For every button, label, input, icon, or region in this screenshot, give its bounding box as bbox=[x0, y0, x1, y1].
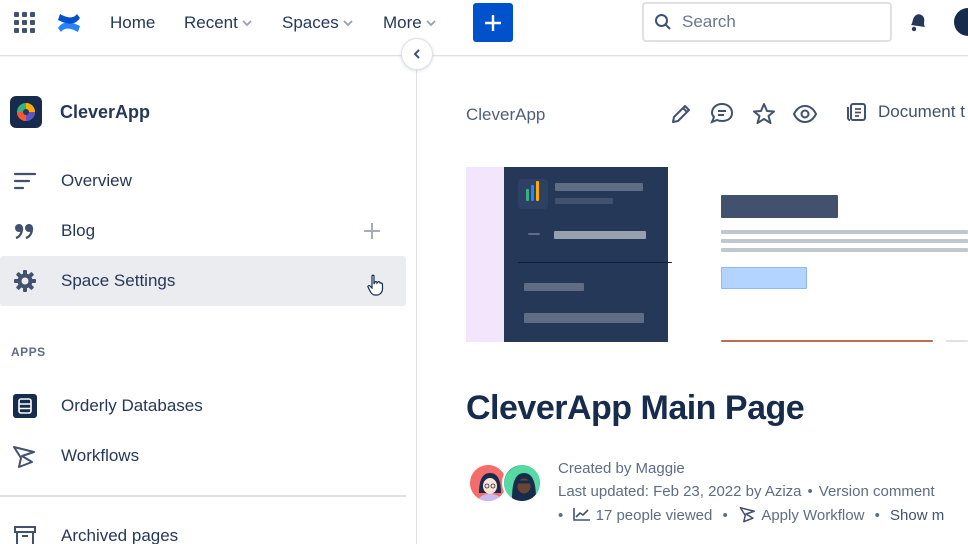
overview-icon bbox=[12, 168, 38, 194]
search-box[interactable] bbox=[642, 2, 892, 42]
page-insights-line: • 17 people viewed • Apply Workflow • Sh… bbox=[558, 505, 944, 524]
blog-quote-icon bbox=[12, 218, 38, 244]
sidebar-item-label: Space Settings bbox=[61, 271, 176, 290]
nav-spaces-label: Spaces bbox=[282, 13, 339, 32]
add-blog-plus-icon[interactable] bbox=[362, 221, 382, 241]
space-name: CleverApp bbox=[60, 101, 151, 122]
page-title: CleverApp Main Page bbox=[466, 389, 805, 427]
database-icon bbox=[12, 393, 38, 419]
analytics-chart-icon bbox=[573, 508, 591, 521]
sidebar-item-blog[interactable]: Blog bbox=[0, 206, 406, 256]
search-icon bbox=[655, 14, 671, 30]
version-comment-link[interactable]: Version comment bbox=[819, 483, 935, 500]
sidebar-item-space-settings[interactable]: Space Settings bbox=[0, 256, 406, 306]
workflow-icon bbox=[739, 507, 755, 523]
search-input[interactable] bbox=[682, 12, 872, 32]
separator-dot: • bbox=[874, 507, 880, 524]
nav-more-label: More bbox=[383, 13, 422, 32]
sidebar-item-overview[interactable]: Overview bbox=[0, 156, 406, 206]
nav-home[interactable]: Home bbox=[110, 12, 155, 34]
sidebar-item-label: Orderly Databases bbox=[61, 396, 203, 415]
sidebar-item-archived-pages[interactable]: Archived pages bbox=[0, 511, 406, 544]
illustration-strip bbox=[466, 167, 504, 342]
chevron-down-icon bbox=[242, 20, 252, 27]
apply-workflow-link[interactable]: Apply Workflow bbox=[738, 507, 869, 524]
profile-avatar[interactable] bbox=[954, 8, 968, 36]
space-header[interactable]: CleverApp bbox=[10, 96, 150, 128]
apply-workflow-text: Apply Workflow bbox=[761, 507, 865, 524]
chevron-left-icon bbox=[413, 49, 420, 59]
document-button[interactable]: Document t bbox=[846, 101, 965, 123]
sidebar-item-label: Overview bbox=[61, 171, 132, 190]
illustration-sidebar-panel bbox=[504, 167, 672, 342]
separator-dot: • bbox=[807, 483, 813, 500]
sidebar: CleverApp Overview Blog Space Settings A… bbox=[0, 57, 417, 544]
nav-recent[interactable]: Recent bbox=[184, 12, 252, 34]
archive-icon bbox=[12, 523, 38, 544]
top-navigation: Home Recent Spaces More bbox=[0, 0, 968, 56]
contributor-avatars[interactable] bbox=[468, 463, 548, 505]
nav-home-label: Home bbox=[110, 13, 156, 32]
plus-icon bbox=[485, 14, 501, 31]
sidebar-item-orderly-databases[interactable]: Orderly Databases bbox=[0, 381, 406, 431]
avatar[interactable] bbox=[502, 463, 542, 503]
confluence-logo-icon[interactable] bbox=[56, 10, 82, 36]
create-button[interactable] bbox=[473, 3, 513, 42]
chevron-down-icon bbox=[426, 20, 436, 27]
document-button-label: Document t bbox=[878, 102, 965, 121]
gear-icon bbox=[12, 268, 38, 294]
header-illustration bbox=[466, 167, 968, 342]
created-by-text: Created by Maggie bbox=[558, 460, 685, 477]
chevron-down-icon bbox=[343, 20, 353, 27]
app-switcher-icon[interactable] bbox=[14, 12, 36, 34]
workflow-icon bbox=[12, 443, 38, 469]
sidebar-item-label: Workflows bbox=[61, 446, 140, 465]
collapse-sidebar-button[interactable] bbox=[401, 38, 433, 70]
sidebar-item-workflows[interactable]: Workflows bbox=[0, 431, 406, 481]
separator-dot: • bbox=[722, 507, 728, 524]
sidebar-item-label: Blog bbox=[61, 221, 96, 240]
separator-dot: • bbox=[558, 507, 564, 524]
comment-icon[interactable] bbox=[709, 101, 735, 127]
last-updated-line: Last updated: Feb 23, 2022 by Aziza • Vers… bbox=[558, 483, 935, 500]
hand-pointer-cursor-icon bbox=[367, 274, 384, 296]
document-icon bbox=[847, 103, 866, 121]
nav-spaces[interactable]: Spaces bbox=[282, 12, 353, 34]
sidebar-item-label: Archived pages bbox=[61, 526, 179, 544]
edit-pencil-icon[interactable] bbox=[668, 101, 694, 127]
people-viewed-text: 17 people viewed bbox=[595, 507, 713, 524]
breadcrumb[interactable]: CleverApp bbox=[466, 105, 545, 125]
people-viewed-link[interactable]: 17 people viewed bbox=[573, 507, 716, 524]
sidebar-divider bbox=[0, 495, 406, 497]
nav-more[interactable]: More bbox=[383, 12, 436, 34]
main-content: CleverApp Document t CleverApp Main Page… bbox=[418, 57, 968, 544]
show-more-link[interactable]: Show m bbox=[890, 507, 944, 524]
nav-recent-label: Recent bbox=[184, 13, 238, 32]
star-icon[interactable] bbox=[751, 101, 777, 127]
watch-eye-icon[interactable] bbox=[792, 101, 818, 127]
apps-section-label: APPS bbox=[11, 345, 46, 359]
space-logo-icon bbox=[10, 96, 42, 128]
notification-bell-icon[interactable] bbox=[906, 10, 930, 34]
last-updated-text[interactable]: Last updated: Feb 23, 2022 by Aziza bbox=[558, 483, 802, 500]
